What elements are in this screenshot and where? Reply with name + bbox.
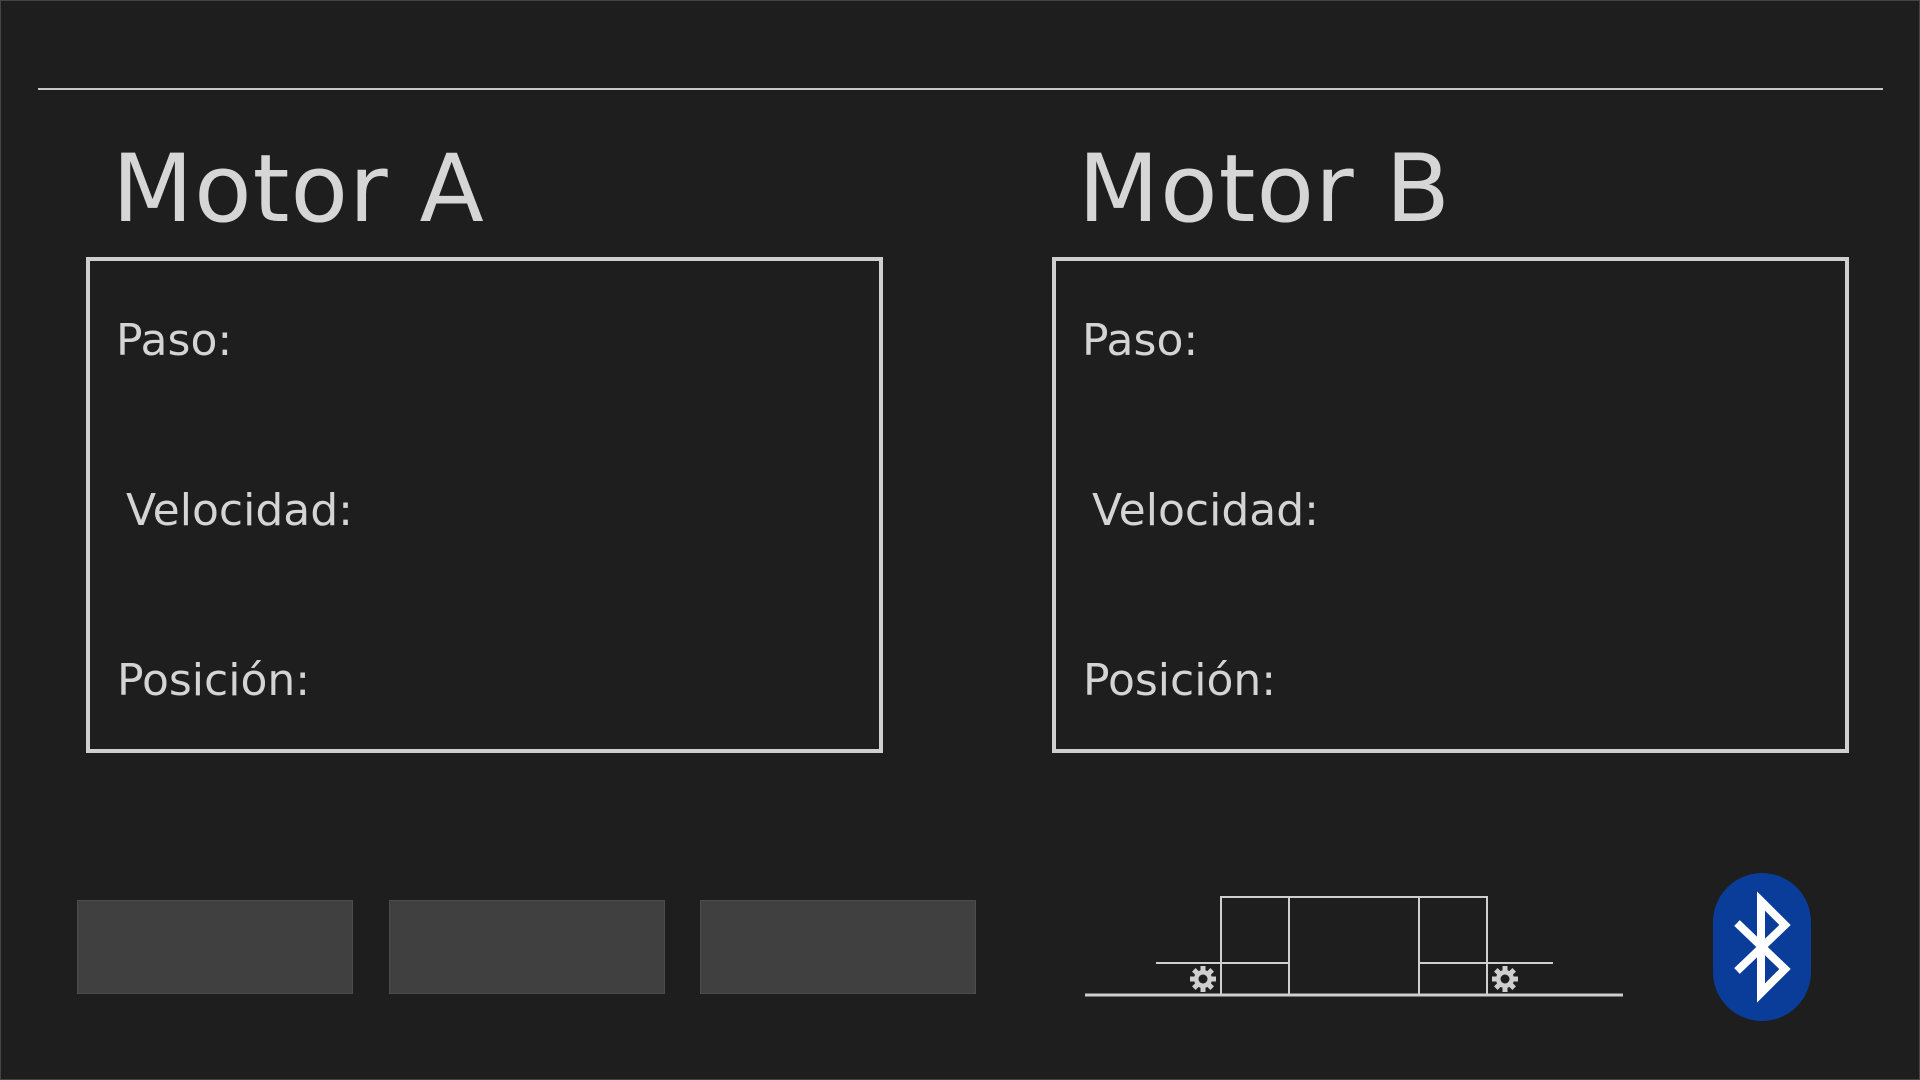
action-button-1[interactable] (77, 900, 353, 994)
motor-a-paso-label: Paso: (116, 315, 233, 366)
gantry-diagram-icon (1080, 890, 1630, 1005)
gear-icon (1190, 966, 1216, 992)
motor-b-velocidad-label: Velocidad: (1092, 485, 1319, 536)
motor-a-velocidad-label: Velocidad: (126, 485, 353, 536)
motor-b-panel: Paso: Velocidad: Posición: (1052, 257, 1849, 753)
action-button-3[interactable] (700, 900, 976, 994)
motor-b-paso-label: Paso: (1082, 315, 1199, 366)
bluetooth-icon (1734, 891, 1791, 1003)
motor-a-title: Motor A (112, 135, 485, 244)
motor-b-title: Motor B (1078, 135, 1451, 244)
bluetooth-button[interactable] (1713, 873, 1811, 1021)
motor-b-posicion-label: Posición: (1083, 655, 1277, 706)
motor-a-posicion-label: Posición: (117, 655, 311, 706)
motor-a-panel: Paso: Velocidad: Posición: (86, 257, 883, 753)
gear-icon (1492, 966, 1518, 992)
action-button-2[interactable] (389, 900, 665, 994)
top-divider (38, 88, 1883, 90)
